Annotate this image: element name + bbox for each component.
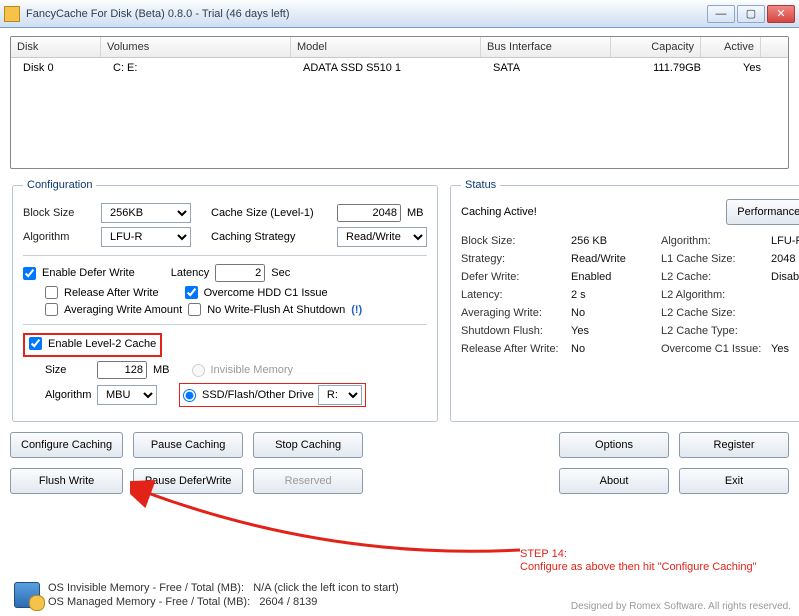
config-legend: Configuration	[23, 179, 96, 191]
drive-letter-select[interactable]: R:	[318, 385, 362, 405]
disk-table: Disk Volumes Model Bus Interface Capacit…	[10, 36, 789, 169]
cache-size-input[interactable]	[337, 204, 401, 222]
ssd-drive-radio[interactable]: SSD/Flash/Other Drive	[183, 389, 314, 402]
enable-l2-cache-checkbox[interactable]: Enable Level-2 Cache	[29, 337, 156, 350]
averaging-write-checkbox[interactable]: Averaging Write Amount	[45, 303, 182, 316]
flush-write-button[interactable]: Flush Write	[10, 468, 123, 494]
status-panel: Status Caching Active! Performance Monit…	[450, 179, 799, 422]
caching-active-label: Caching Active!	[461, 206, 537, 218]
col-capacity[interactable]: Capacity	[611, 37, 701, 57]
memory-icon[interactable]	[14, 582, 40, 608]
stop-caching-button[interactable]: Stop Caching	[253, 432, 363, 458]
no-flush-shutdown-checkbox[interactable]: No Write-Flush At Shutdown	[188, 303, 345, 316]
register-button[interactable]: Register	[679, 432, 789, 458]
configure-caching-button[interactable]: Configure Caching	[10, 432, 123, 458]
pause-caching-button[interactable]: Pause Caching	[133, 432, 243, 458]
pause-deferwrite-button[interactable]: Pause DeferWrite	[133, 468, 243, 494]
reserved-button: Reserved	[253, 468, 363, 494]
titlebar: FancyCache For Disk (Beta) 0.8.0 - Trial…	[0, 0, 799, 28]
table-row[interactable]: Disk 0 C: E: ADATA SSD S510 1 SATA 111.7…	[11, 58, 788, 78]
performance-monitor-button[interactable]: Performance Monitor	[726, 199, 799, 225]
status-legend: Status	[461, 179, 500, 191]
options-button[interactable]: Options	[559, 432, 669, 458]
enable-defer-write-checkbox[interactable]: Enable Defer Write	[23, 267, 135, 280]
col-disk[interactable]: Disk	[11, 37, 101, 57]
design-credit: Designed by Romex Software. All rights r…	[571, 601, 791, 612]
exit-button[interactable]: Exit	[679, 468, 789, 494]
about-button[interactable]: About	[559, 468, 669, 494]
highlight-ssd-drive: SSD/Flash/Other Drive R:	[179, 383, 366, 407]
col-volumes[interactable]: Volumes	[101, 37, 291, 57]
maximize-button[interactable]: ▢	[737, 5, 765, 23]
l2-algorithm-select[interactable]: MBU	[97, 385, 157, 405]
algorithm-select[interactable]: LFU-R	[101, 227, 191, 247]
overcome-c1-checkbox[interactable]: Overcome HDD C1 Issue	[185, 286, 328, 299]
col-bus[interactable]: Bus Interface	[481, 37, 611, 57]
window-title: FancyCache For Disk (Beta) 0.8.0 - Trial…	[26, 8, 289, 20]
block-size-select[interactable]: 256KB	[101, 203, 191, 223]
annotation-step-text: STEP 14: Configure as above then hit "Co…	[520, 548, 770, 574]
invisible-memory-radio: Invisible Memory	[192, 364, 294, 377]
col-model[interactable]: Model	[291, 37, 481, 57]
latency-input[interactable]	[215, 264, 265, 282]
release-after-write-checkbox[interactable]: Release After Write	[45, 286, 159, 299]
configuration-panel: Configuration Block Size 256KB Cache Siz…	[12, 179, 438, 422]
col-active[interactable]: Active	[701, 37, 761, 57]
info-icon[interactable]: (!)	[351, 304, 362, 316]
app-icon	[4, 6, 20, 22]
minimize-button[interactable]: —	[707, 5, 735, 23]
caching-strategy-select[interactable]: Read/Write	[337, 227, 427, 247]
close-button[interactable]: ✕	[767, 5, 795, 23]
l2-size-input[interactable]	[97, 361, 147, 379]
highlight-l2-cache: Enable Level-2 Cache	[23, 333, 162, 357]
